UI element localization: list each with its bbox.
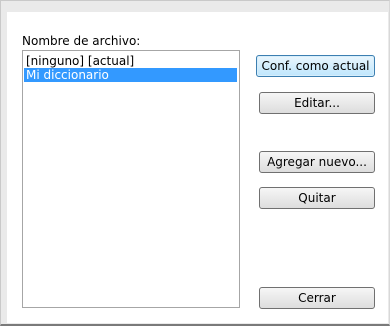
edit-button[interactable]: Editar...	[259, 92, 375, 114]
list-item-none-current[interactable]: [ninguno] [actual]	[24, 54, 237, 68]
file-name-label: Nombre de archivo:	[22, 34, 141, 48]
list-item-my-dictionary[interactable]: Mi diccionario	[24, 68, 237, 82]
close-button[interactable]: Cerrar	[259, 287, 375, 309]
dictionary-list[interactable]: [ninguno] [actual] Mi diccionario	[22, 50, 240, 308]
set-as-current-button[interactable]: Conf. como actual	[256, 55, 375, 77]
add-new-button[interactable]: Agregar nuevo...	[259, 151, 375, 173]
remove-button[interactable]: Quitar	[259, 187, 375, 209]
